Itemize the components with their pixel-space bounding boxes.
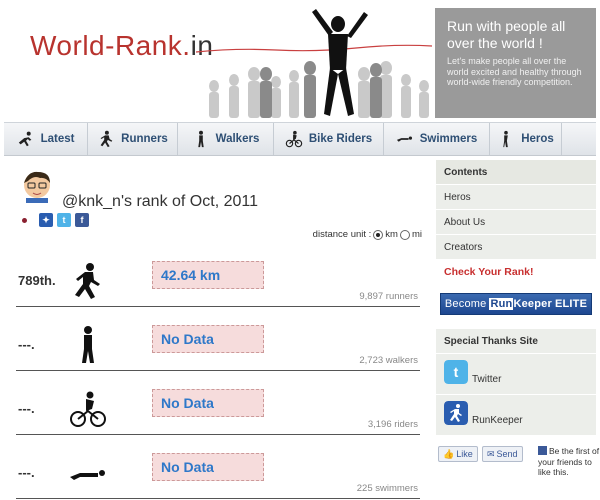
nav-bike-riders[interactable]: Bike Riders [274, 123, 384, 155]
runners-crowd-image [196, 9, 432, 118]
share-icons: ✦ t f [22, 213, 89, 227]
unit-mi-radio[interactable] [399, 229, 410, 240]
page-title: @knk_n's rank of Oct, 2011 [62, 193, 258, 210]
unit-mi-label: mi [411, 229, 422, 240]
nav-walkers[interactable]: Walkers [178, 123, 274, 155]
stat-value-box[interactable]: No Data [152, 389, 264, 417]
nav-label: Heros [521, 133, 554, 145]
banner-become: Become [444, 298, 487, 310]
stat-value-box[interactable]: No Data [152, 325, 264, 353]
nav-swimmers[interactable]: Swimmers [384, 123, 490, 155]
bike-icon [285, 130, 303, 148]
stat-value-box[interactable]: 42.64 km [152, 261, 264, 289]
like-label: Like [456, 449, 473, 459]
walker-icon [197, 130, 204, 148]
stat-rank: ---. [18, 401, 35, 416]
hero-tagline-box: Run with people all over the world ! Let… [435, 8, 596, 118]
svg-text:t: t [454, 364, 459, 380]
runkeeper-icon [444, 401, 468, 425]
runner-icon [100, 130, 113, 148]
stat-rank: ---. [18, 337, 35, 352]
stat-rank: 789th. [18, 273, 56, 288]
site-logo[interactable]: World-Rank.in [30, 30, 213, 62]
distance-unit-label: distance unit : [312, 229, 372, 240]
stat-row-runners: 789th. 42.64 km 9,897 runners [16, 243, 420, 307]
distance-unit-toggle: distance unit : km mi [313, 229, 422, 240]
facebook-like-widget: 👍 Like ✉ Send Be the first of your friends… [436, 446, 599, 482]
thanks-item-twitter[interactable]: t Twitter [436, 354, 596, 394]
facebook-like-text: Be the first of your friends to like thi… [538, 446, 600, 478]
nav-runners[interactable]: Runners [88, 123, 178, 155]
runkeeper-share-icon[interactable]: ✦ [39, 213, 53, 227]
stat-count: 3,196 riders [367, 419, 418, 430]
hero-subtitle: Let's make people all over the world exc… [447, 56, 582, 87]
stat-row-walkers: ---. No Data 2,723 walkers [16, 307, 420, 371]
runkeeper-elite-banner[interactable]: Become Run Keeper ELITE [440, 293, 592, 315]
twitter-share-icon[interactable]: t [57, 213, 71, 227]
send-label: Send [496, 449, 518, 459]
runner-lean-icon [18, 131, 31, 147]
facebook-share-icon[interactable]: f [75, 213, 89, 227]
banner-elite: ELITE [554, 298, 588, 310]
nav-label: Latest [40, 133, 75, 145]
stat-value-box[interactable]: No Data [152, 453, 264, 481]
nav-label: Walkers [215, 133, 260, 145]
banner-run: Run [489, 298, 514, 310]
twitter-icon: t [444, 360, 468, 384]
facebook-send-button[interactable]: ✉ Send [482, 446, 523, 462]
nav-label: Swimmers [419, 133, 478, 145]
check-your-rank-link[interactable]: Check Your Rank! [436, 260, 596, 285]
sidebar-heading-thanks: Special Thanks Site [436, 329, 596, 353]
unit-km-radio[interactable] [373, 229, 384, 240]
header: World-Rank.in Run with people all over t… [0, 0, 600, 122]
hero-title: Run with people all over the world ! [447, 18, 566, 51]
sidebar-item-about-us[interactable]: About Us [436, 210, 596, 235]
logo-world: World- [30, 30, 115, 61]
stat-row-riders: ---. No Data 3,196 riders [16, 371, 420, 435]
hero-icon [503, 130, 508, 148]
logo-rank: Rank. [114, 30, 191, 61]
nav-latest[interactable]: Latest [4, 123, 88, 155]
stat-rank: ---. [18, 465, 35, 480]
banner-keeper: Keeper [513, 298, 552, 310]
nav-heros[interactable]: Heros [490, 123, 562, 155]
facebook-like-button[interactable]: 👍 Like [438, 446, 478, 462]
swimmer-icon [70, 470, 105, 480]
stat-count: 2,723 walkers [359, 355, 418, 366]
avatar[interactable] [20, 169, 54, 203]
stat-row-swimmers: ---. No Data 225 swimmers [16, 435, 420, 499]
stat-count: 9,897 runners [359, 291, 418, 302]
main-nav: Latest Runners Walkers Bike Riders Swimm… [4, 122, 596, 156]
sidebar: Contents Heros About Us Creators Check Y… [436, 160, 599, 500]
send-icon: ✉ [487, 448, 495, 459]
thanks-label: RunKeeper [472, 415, 523, 426]
thumbs-up-icon: 👍 [443, 448, 455, 459]
facebook-icon [538, 446, 547, 455]
thanks-label: Twitter [472, 374, 502, 385]
nav-label: Bike Riders [308, 133, 373, 145]
thanks-item-runkeeper[interactable]: RunKeeper [436, 395, 596, 435]
unit-km-label: km [385, 229, 398, 240]
fb-text: Be the first of your friends to like thi… [538, 446, 600, 477]
bike-icon [70, 391, 106, 427]
swimmer-icon [396, 136, 412, 142]
nav-label: Runners [121, 133, 168, 145]
runner-icon [75, 263, 100, 299]
walker-icon [82, 326, 94, 363]
rank-panel: @knk_n's rank of Oct, 2011 ✦ t f distanc… [4, 157, 430, 500]
sidebar-heading-contents: Contents [436, 160, 596, 185]
sidebar-item-creators[interactable]: Creators [436, 235, 596, 260]
sidebar-item-heros[interactable]: Heros [436, 185, 596, 210]
bullet-icon [22, 217, 27, 223]
stat-count: 225 swimmers [356, 483, 418, 494]
